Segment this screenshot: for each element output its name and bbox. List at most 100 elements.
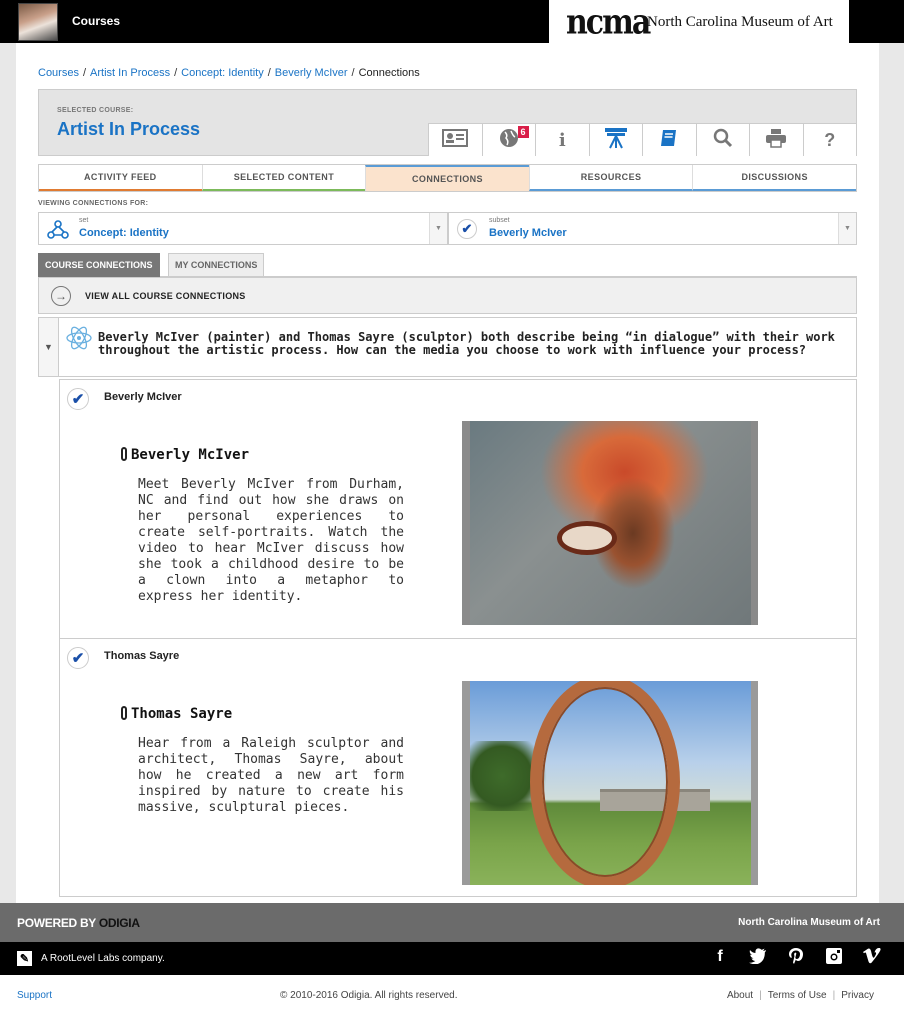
footer-museum-name[interactable]: North Carolina Museum of Art: [738, 917, 880, 928]
page-title[interactable]: Courses: [72, 14, 120, 28]
breadcrumb-course[interactable]: Artist In Process: [90, 67, 170, 79]
set-caption: set: [79, 217, 89, 224]
tab-course-connections[interactable]: COURSE CONNECTIONS: [38, 253, 160, 277]
tab-connections[interactable]: CONNECTIONS: [365, 165, 529, 191]
course-tabs: ACTIVITY FEED SELECTED CONTENT CONNECTIO…: [38, 164, 857, 192]
entry-description: Meet Beverly McIver from Durham, NC and …: [138, 477, 404, 604]
tab-discussions[interactable]: DISCUSSIONS: [692, 165, 856, 191]
twitter-icon[interactable]: [748, 948, 768, 969]
list-item: ✔ Thomas Sayre Thomas Sayre Hear from a …: [60, 638, 856, 896]
info-button[interactable]: i: [535, 124, 589, 156]
breadcrumb-subset[interactable]: Beverly McIver: [275, 67, 348, 79]
breadcrumb-separator: /: [82, 67, 87, 79]
vimeo-icon[interactable]: [862, 947, 882, 969]
pinterest-icon[interactable]: [786, 948, 806, 969]
privacy-link[interactable]: Privacy: [841, 990, 874, 1001]
book-icon: [659, 128, 679, 153]
museum-logo: ncma: [566, 2, 651, 43]
item-name: Thomas Sayre: [104, 650, 180, 662]
chevron-down-icon[interactable]: ▼: [838, 213, 856, 244]
breadcrumb-concept[interactable]: Concept: Identity: [181, 67, 264, 79]
search-button[interactable]: [695, 124, 749, 156]
subset-caption: subset: [489, 217, 510, 224]
question-text: Beverly McIver (painter) and Thomas Sayr…: [98, 330, 835, 357]
social-links: f: [710, 947, 882, 969]
about-link[interactable]: About: [727, 990, 753, 1001]
viewing-connections-label: VIEWING CONNECTIONS FOR:: [38, 200, 149, 207]
checkmark-icon[interactable]: ✔: [67, 388, 89, 410]
museum-name: North Carolina Museum of Art: [647, 14, 833, 30]
portrait-image[interactable]: [462, 421, 758, 625]
profile-card-icon: [442, 128, 469, 152]
print-button[interactable]: [749, 124, 803, 156]
legal-links: About | Terms of Use | Privacy: [726, 990, 874, 1001]
entry-description: Hear from a Raleigh sculptor and archite…: [138, 736, 404, 815]
globe-icon: [499, 128, 519, 153]
breadcrumb: Courses / Artist In Process / Concept: Ident…: [38, 67, 420, 79]
book-button[interactable]: [642, 124, 696, 156]
chevron-down-icon[interactable]: ▼: [429, 213, 447, 244]
sculpture-image[interactable]: [462, 681, 758, 885]
breadcrumb-current: Connections: [358, 67, 420, 79]
company-bar: ✎ A RootLevel Labs company. f: [0, 942, 904, 975]
help-button[interactable]: ?: [802, 124, 856, 156]
globe-button[interactable]: 6: [481, 124, 535, 156]
set-selector[interactable]: set Concept: Identity ▼: [38, 212, 448, 245]
list-item: ✔ Beverly McIver Beverly McIver Meet Bev…: [60, 380, 856, 638]
support-link[interactable]: Support: [17, 990, 52, 1001]
rootlevel-icon: ✎: [17, 951, 32, 966]
legal-bar: Support © 2010-2016 Odigia. All rights r…: [0, 975, 904, 1024]
selected-course-panel: SELECTED COURSE: Artist In Process 6 i ?: [38, 89, 857, 156]
view-all-label: VIEW ALL COURSE CONNECTIONS: [85, 291, 246, 301]
print-icon: [765, 128, 787, 153]
breadcrumb-separator: /: [174, 67, 178, 79]
view-all-connections-button[interactable]: → VIEW ALL COURSE CONNECTIONS: [38, 277, 857, 314]
tab-activity-feed[interactable]: ACTIVITY FEED: [39, 165, 202, 191]
powered-by[interactable]: POWERED BY ODIGIA: [17, 916, 140, 930]
powered-by-label: POWERED BY: [17, 916, 96, 930]
breadcrumb-separator: /: [267, 67, 271, 79]
checkmark-icon[interactable]: ✔: [67, 647, 89, 669]
easel-button[interactable]: [588, 124, 642, 156]
selected-course-label: SELECTED COURSE:: [57, 107, 134, 114]
arrow-right-icon: →: [51, 286, 71, 306]
tab-resources[interactable]: RESOURCES: [528, 165, 693, 191]
terms-link[interactable]: Terms of Use: [768, 990, 827, 1001]
concept-network-icon: [47, 220, 69, 245]
powered-by-bar: POWERED BY ODIGIA North Carolina Museum …: [0, 903, 904, 942]
connection-list: ✔ Beverly McIver Beverly McIver Meet Bev…: [59, 379, 857, 897]
top-bar: Courses ncma North Carolina Museum of Ar…: [0, 0, 904, 43]
tab-selected-content[interactable]: SELECTED CONTENT: [201, 165, 366, 191]
subset-value: Beverly McIver: [489, 227, 567, 239]
instagram-icon[interactable]: [824, 948, 844, 969]
profile-card-button[interactable]: [428, 124, 482, 156]
info-icon: i: [558, 129, 566, 151]
collapse-toggle[interactable]: ▼: [39, 318, 59, 376]
company-text[interactable]: A RootLevel Labs company.: [41, 953, 165, 964]
search-icon: [713, 128, 733, 153]
entry-marker-icon: [121, 447, 127, 461]
item-name: Beverly McIver: [104, 391, 182, 403]
breadcrumb-courses[interactable]: Courses: [38, 67, 79, 79]
connection-subtabs: COURSE CONNECTIONS MY CONNECTIONS: [38, 253, 857, 277]
avatar[interactable]: [18, 3, 58, 41]
checkmark-icon: ✔: [457, 219, 477, 239]
entry-title[interactable]: Beverly McIver: [121, 447, 249, 463]
course-toolbar: 6 i ?: [428, 123, 856, 156]
copyright: © 2010-2016 Odigia. All rights reserved.: [280, 990, 458, 1001]
subset-selector[interactable]: ✔ subset Beverly McIver ▼: [448, 212, 857, 245]
set-value: Concept: Identity: [79, 227, 169, 239]
connection-question: ▼ Beverly McIver (painter) and Thomas Sa…: [38, 317, 857, 377]
help-icon: ?: [824, 129, 836, 150]
entry-title-text: Thomas Sayre: [131, 706, 233, 722]
course-title[interactable]: Artist In Process: [57, 119, 200, 140]
tab-my-connections[interactable]: MY CONNECTIONS: [168, 253, 265, 277]
entry-title[interactable]: Thomas Sayre: [121, 706, 232, 722]
odigia-logo: ODIGIA: [98, 916, 140, 930]
entry-title-text: Beverly McIver: [131, 447, 250, 463]
main-content: Courses / Artist In Process / Concept: Ident…: [16, 43, 879, 903]
facebook-icon[interactable]: f: [710, 948, 730, 969]
atom-icon: [65, 324, 93, 358]
brand-banner[interactable]: ncma North Carolina Museum of Art: [549, 0, 849, 43]
notification-badge: 6: [517, 126, 529, 138]
